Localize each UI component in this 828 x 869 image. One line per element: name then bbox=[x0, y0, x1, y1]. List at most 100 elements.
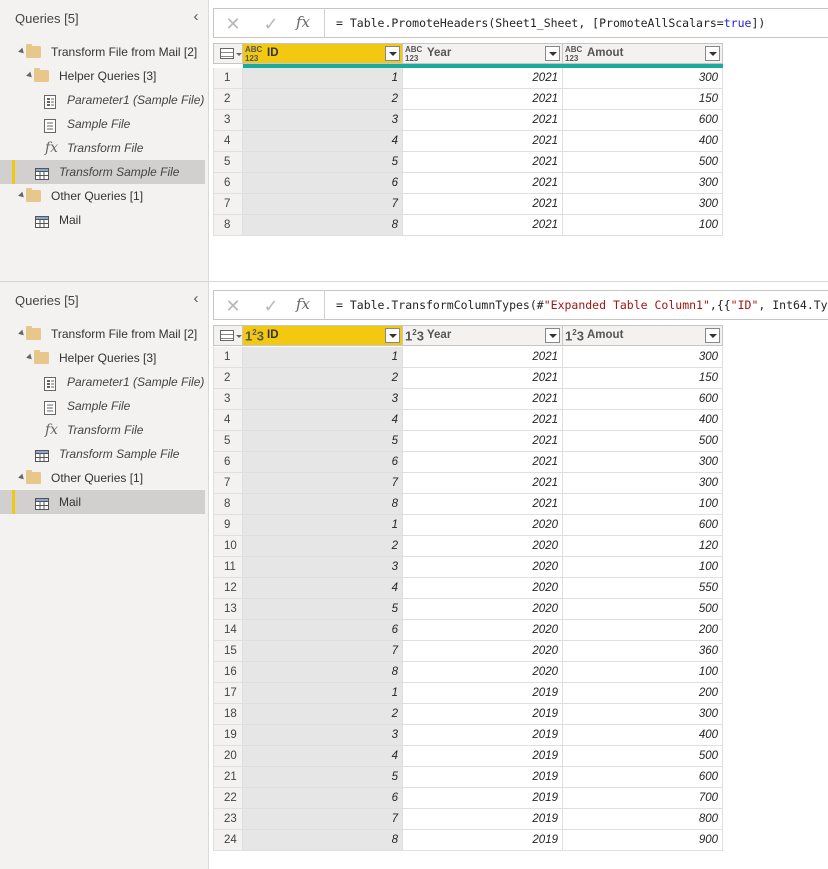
expand-caret-icon[interactable] bbox=[18, 47, 26, 56]
row-number[interactable]: 12 bbox=[213, 578, 243, 599]
cell-id[interactable]: 4 bbox=[243, 578, 403, 599]
expand-caret-icon[interactable] bbox=[18, 191, 26, 200]
column-header-amout[interactable]: ABC 123 Amout bbox=[563, 43, 723, 64]
any-type-icon[interactable]: ABC 123 bbox=[565, 45, 582, 63]
cell-amout[interactable]: 700 bbox=[563, 788, 723, 809]
cell-year[interactable]: 2021 bbox=[403, 131, 563, 152]
query-item[interactable]: Transform Sample File bbox=[0, 442, 205, 466]
cell-year[interactable]: 2019 bbox=[403, 683, 563, 704]
cell-id[interactable]: 5 bbox=[243, 767, 403, 788]
cell-amout[interactable]: 100 bbox=[563, 494, 723, 515]
cell-year[interactable]: 2019 bbox=[403, 830, 563, 851]
query-item[interactable]: fx Transform File bbox=[0, 418, 205, 442]
insert-function-icon[interactable]: fx bbox=[296, 13, 310, 31]
cell-id[interactable]: 2 bbox=[243, 536, 403, 557]
row-number[interactable]: 23 bbox=[213, 809, 243, 830]
cell-amout[interactable]: 300 bbox=[563, 473, 723, 494]
cell-id[interactable]: 1 bbox=[243, 515, 403, 536]
cell-amout[interactable]: 600 bbox=[563, 515, 723, 536]
cell-id[interactable]: 7 bbox=[243, 473, 403, 494]
row-number[interactable]: 4 bbox=[213, 131, 243, 152]
table-menu-button[interactable] bbox=[213, 43, 243, 64]
cell-amout[interactable]: 500 bbox=[563, 599, 723, 620]
cell-id[interactable]: 7 bbox=[243, 809, 403, 830]
any-type-icon[interactable]: ABC 123 bbox=[405, 45, 422, 63]
query-group[interactable]: Helper Queries [3] bbox=[0, 346, 205, 370]
cell-amout[interactable]: 150 bbox=[563, 89, 723, 110]
whole-number-type-icon[interactable]: 123 bbox=[405, 328, 424, 343]
cell-amout[interactable]: 600 bbox=[563, 389, 723, 410]
cell-year[interactable]: 2021 bbox=[403, 173, 563, 194]
row-number[interactable]: 2 bbox=[213, 368, 243, 389]
cell-year[interactable]: 2021 bbox=[403, 89, 563, 110]
cell-year[interactable]: 2020 bbox=[403, 641, 563, 662]
cell-id[interactable]: 8 bbox=[243, 494, 403, 515]
cell-year[interactable]: 2019 bbox=[403, 746, 563, 767]
column-header-id[interactable]: 123 ID bbox=[243, 325, 403, 346]
row-number[interactable]: 5 bbox=[213, 431, 243, 452]
cell-year[interactable]: 2021 bbox=[403, 110, 563, 131]
query-item[interactable]: Sample File bbox=[0, 112, 205, 136]
cell-amout[interactable]: 300 bbox=[563, 194, 723, 215]
row-number[interactable]: 13 bbox=[213, 599, 243, 620]
row-number[interactable]: 4 bbox=[213, 410, 243, 431]
cell-year[interactable]: 2020 bbox=[403, 536, 563, 557]
cell-id[interactable]: 3 bbox=[243, 725, 403, 746]
row-number[interactable]: 21 bbox=[213, 767, 243, 788]
formula-text[interactable]: = Table.PromoteHeaders(Sheet1_Sheet, [Pr… bbox=[336, 16, 765, 30]
cell-amout[interactable]: 100 bbox=[563, 557, 723, 578]
row-number[interactable]: 5 bbox=[213, 152, 243, 173]
cell-id[interactable]: 5 bbox=[243, 599, 403, 620]
cell-amout[interactable]: 400 bbox=[563, 410, 723, 431]
cell-year[interactable]: 2021 bbox=[403, 215, 563, 236]
row-number[interactable]: 9 bbox=[213, 515, 243, 536]
query-group[interactable]: Transform File from Mail [2] bbox=[0, 322, 205, 346]
cancel-icon[interactable]: ✕ bbox=[222, 13, 244, 35]
cell-year[interactable]: 2020 bbox=[403, 620, 563, 641]
cell-id[interactable]: 2 bbox=[243, 89, 403, 110]
whole-number-type-icon[interactable]: 123 bbox=[245, 328, 264, 343]
row-number[interactable]: 6 bbox=[213, 452, 243, 473]
expand-caret-icon[interactable] bbox=[26, 353, 34, 362]
row-number[interactable]: 24 bbox=[213, 830, 243, 851]
query-group[interactable]: Other Queries [1] bbox=[0, 184, 205, 208]
cell-amout[interactable]: 500 bbox=[563, 746, 723, 767]
cell-amout[interactable]: 300 bbox=[563, 173, 723, 194]
row-number[interactable]: 7 bbox=[213, 194, 243, 215]
column-header-year[interactable]: ABC 123 Year bbox=[403, 43, 563, 64]
cell-id[interactable]: 5 bbox=[243, 152, 403, 173]
column-filter-dropdown[interactable] bbox=[545, 328, 560, 343]
insert-function-icon[interactable]: fx bbox=[296, 295, 310, 313]
cell-id[interactable]: 2 bbox=[243, 704, 403, 725]
cell-id[interactable]: 3 bbox=[243, 110, 403, 131]
cell-year[interactable]: 2021 bbox=[403, 152, 563, 173]
column-filter-dropdown[interactable] bbox=[705, 46, 720, 61]
column-filter-dropdown[interactable] bbox=[385, 46, 400, 61]
cell-id[interactable]: 5 bbox=[243, 431, 403, 452]
cell-amout[interactable]: 550 bbox=[563, 578, 723, 599]
row-number[interactable]: 19 bbox=[213, 725, 243, 746]
cell-amout[interactable]: 100 bbox=[563, 662, 723, 683]
cell-amout[interactable]: 600 bbox=[563, 110, 723, 131]
cell-year[interactable]: 2019 bbox=[403, 725, 563, 746]
cell-year[interactable]: 2021 bbox=[403, 410, 563, 431]
cell-id[interactable]: 2 bbox=[243, 368, 403, 389]
row-number[interactable]: 6 bbox=[213, 173, 243, 194]
row-number[interactable]: 11 bbox=[213, 557, 243, 578]
query-item[interactable]: Mail bbox=[0, 490, 205, 514]
confirm-icon[interactable]: ✓ bbox=[260, 13, 282, 35]
cell-amout[interactable]: 400 bbox=[563, 131, 723, 152]
cell-id[interactable]: 6 bbox=[243, 620, 403, 641]
cell-year[interactable]: 2019 bbox=[403, 767, 563, 788]
cell-amout[interactable]: 400 bbox=[563, 725, 723, 746]
row-number[interactable]: 2 bbox=[213, 89, 243, 110]
cell-amout[interactable]: 300 bbox=[563, 68, 723, 89]
cell-amout[interactable]: 360 bbox=[563, 641, 723, 662]
row-number[interactable]: 10 bbox=[213, 536, 243, 557]
cell-id[interactable]: 7 bbox=[243, 641, 403, 662]
row-number[interactable]: 16 bbox=[213, 662, 243, 683]
cell-id[interactable]: 6 bbox=[243, 452, 403, 473]
row-number[interactable]: 20 bbox=[213, 746, 243, 767]
column-header-amout[interactable]: 123 Amout bbox=[563, 325, 723, 346]
expand-caret-icon[interactable] bbox=[26, 71, 34, 80]
